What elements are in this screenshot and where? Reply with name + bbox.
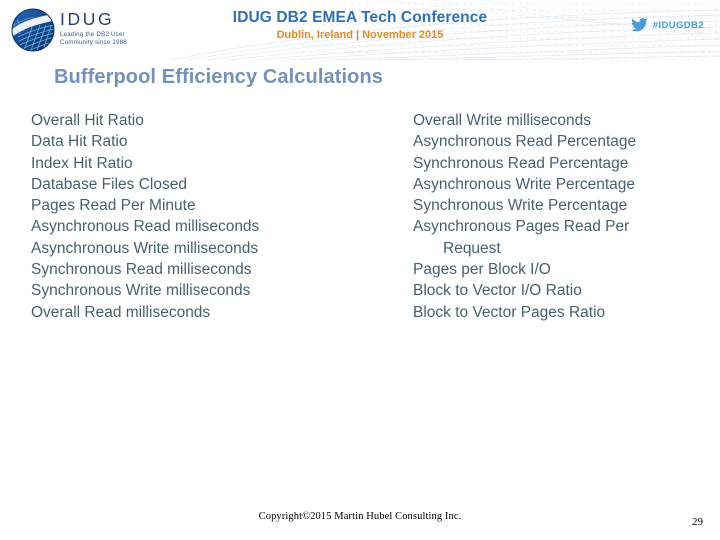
metrics-list-right: Overall Write milliseconds Asynchronous … [413,110,703,323]
list-item: Index Hit Ratio [31,154,133,172]
list-item-line1: Asynchronous Pages Read Per [413,218,630,236]
list-item: Asynchronous Write milliseconds [31,239,259,257]
list-item: Asynchronous Read Percentage [413,133,637,151]
list-item: Pages Read Per Minute [31,197,196,215]
list-item: Overall Write milliseconds [413,112,592,129]
idug-tagline-line1: Leading the DB2 User [60,31,125,38]
list-item: Data Hit Ratio [31,133,128,151]
idug-wordmark: IDUG [60,9,115,29]
list-item-line2: Request [443,239,501,257]
idug-logo: IDUG Leading the DB2 User Community sinc… [10,7,127,53]
twitter-handle: #IDUGDB2 [652,19,704,31]
twitter-hashtag-block[interactable]: #IDUGDB2 [630,18,704,32]
list-item: Overall Hit Ratio [31,112,144,129]
idug-logo-text: IDUG Leading the DB2 User Community sinc… [60,7,127,47]
list-item: Asynchronous Pages Read Per Request [413,216,643,259]
idug-globe-icon [11,8,55,52]
page-number: 29 [692,516,703,528]
conference-location: Dublin, Ireland [276,29,353,41]
list-item: Synchronous Read milliseconds [31,261,252,279]
conference-date: November 2015 [362,29,444,41]
idug-tagline: Leading the DB2 User Community since 198… [60,31,127,47]
idug-tagline-line2: Community since 1988 [60,39,127,47]
copyright-notice: Copyright©2015 Martin Hubel Consulting I… [258,511,462,522]
list-item: Synchronous Write Percentage [413,197,628,215]
list-item: Database Files Closed [31,175,187,193]
list-item: Synchronous Write milliseconds [31,282,251,300]
content-area: Overall Hit Ratio Data Hit Ratio Index H… [0,110,720,370]
page-title: Bufferpool Efficiency Calculations [54,66,384,88]
list-item: Overall Read milliseconds [31,303,211,321]
list-item: Asynchronous Write Percentage [413,175,635,193]
list-item: Synchronous Read Percentage [413,154,629,172]
list-item: Asynchronous Read milliseconds [31,218,260,236]
list-item: Pages per Block I/O [413,261,551,279]
twitter-bird-icon [630,18,648,32]
conference-separator: | [356,29,360,41]
metrics-list-left: Overall Hit Ratio Data Hit Ratio Index H… [31,110,371,323]
list-item: Block to Vector I/O Ratio [413,282,582,300]
header-banner: IDUG Leading the DB2 User Community sinc… [0,0,720,60]
list-item: Block to Vector Pages Ratio [413,303,606,321]
